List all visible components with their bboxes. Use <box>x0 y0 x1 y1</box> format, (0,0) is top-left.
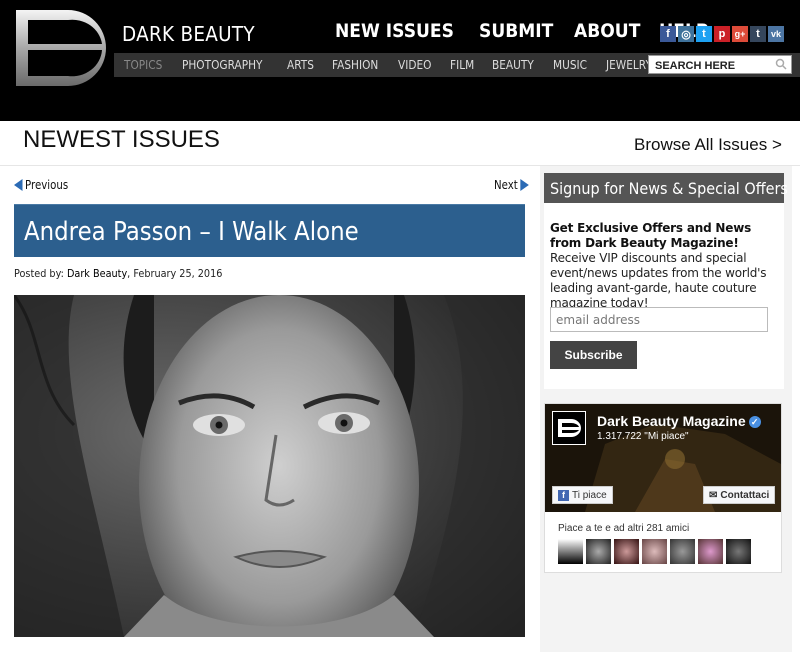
verified-badge-icon: ✓ <box>748 416 761 428</box>
signup-header: Signup for News & Special Offers <box>544 173 788 203</box>
facebook-friends-text: Piace a te e ad altri 281 amici <box>558 523 690 534</box>
nav-about[interactable]: ABOUT <box>574 20 640 42</box>
nav-arts[interactable]: ARTS <box>287 58 314 72</box>
friend-avatar[interactable] <box>586 539 611 564</box>
facebook-f-icon: f <box>558 489 569 501</box>
facebook-page-avatar[interactable] <box>552 411 586 445</box>
author-link[interactable]: Dark Beauty <box>67 267 127 280</box>
signup-body-text: Receive VIP discounts and special event/… <box>550 251 767 310</box>
browse-all-link[interactable]: Browse All Issues > <box>634 135 782 155</box>
nav-jewelry[interactable]: JEWELRY <box>606 58 652 72</box>
nav-photography[interactable]: PHOTOGRAPHY <box>182 58 262 72</box>
facebook-contact-button[interactable]: ✉ Contattaci <box>703 486 776 504</box>
friend-avatar[interactable] <box>670 539 695 564</box>
signup-description: Get Exclusive Offers and News from Dark … <box>550 221 780 311</box>
facebook-like-count: 1.317.722 "Mi piace" <box>597 431 689 442</box>
facebook-icon[interactable]: f <box>660 26 676 42</box>
facebook-page-widget: Dark Beauty Magazine ✓ 1.317.722 "Mi piac… <box>544 403 782 573</box>
friend-avatar[interactable] <box>698 539 723 564</box>
friend-avatar[interactable] <box>614 539 639 564</box>
email-input[interactable] <box>551 308 761 331</box>
subscribe-button[interactable]: Subscribe <box>550 341 637 369</box>
envelope-icon: ✉ <box>709 489 718 501</box>
article-photo[interactable] <box>14 295 525 637</box>
site-header: DARK BEAUTY NEW ISSUES SUBMIT ABOUT HELP… <box>0 0 800 121</box>
post-date: , February 25, 2016 <box>127 267 223 280</box>
nav-music[interactable]: MUSIC <box>553 58 587 72</box>
friend-avatar[interactable] <box>642 539 667 564</box>
facebook-like-button[interactable]: f Ti piace <box>552 486 613 504</box>
next-link[interactable]: Next <box>494 178 529 192</box>
posted-prefix: Posted by: <box>14 267 67 280</box>
instagram-icon[interactable]: ◎ <box>678 26 694 42</box>
dark-beauty-logo[interactable] <box>10 6 114 88</box>
search-icon[interactable] <box>775 58 787 70</box>
nav-new-issues[interactable]: NEW ISSUES <box>335 20 454 42</box>
arrow-right-icon <box>520 179 529 191</box>
nav-film[interactable]: FILM <box>450 58 474 72</box>
facebook-like-label: Ti piace <box>572 489 607 501</box>
nav-fashion[interactable]: FASHION <box>332 58 378 72</box>
twitter-icon[interactable]: t <box>696 26 712 42</box>
nav-video[interactable]: VIDEO <box>398 58 431 72</box>
pinterest-icon[interactable]: p <box>714 26 730 42</box>
arrow-left-icon <box>14 179 23 191</box>
next-label: Next <box>494 178 518 192</box>
signup-widget: Signup for News & Special Offers Get Exc… <box>544 173 788 389</box>
search-box <box>648 55 792 75</box>
facebook-page-name[interactable]: Dark Beauty Magazine ✓ <box>597 413 761 429</box>
main-nav: NEW ISSUES SUBMIT ABOUT HELP <box>335 20 714 42</box>
article-title-box: Andrea Passon – I Walk Alone <box>14 204 525 257</box>
google-plus-icon[interactable]: g+ <box>732 26 748 42</box>
vk-icon[interactable]: vk <box>768 26 784 42</box>
previous-link[interactable]: Previous <box>14 178 68 192</box>
facebook-cover[interactable]: Dark Beauty Magazine ✓ 1.317.722 "Mi piac… <box>545 404 781 512</box>
friend-avatar[interactable] <box>558 539 583 564</box>
signup-heading: Signup for News & Special Offers <box>550 179 788 198</box>
search-input[interactable] <box>649 57 769 75</box>
social-links: f ◎ t p g+ t vk <box>660 26 784 42</box>
facebook-friend-avatars <box>558 539 751 564</box>
nav-submit[interactable]: SUBMIT <box>479 20 553 42</box>
nav-topics[interactable]: TOPICS <box>124 58 162 72</box>
brand-name[interactable]: DARK BEAUTY <box>122 22 255 46</box>
nav-beauty[interactable]: BEAUTY <box>492 58 534 72</box>
topics-nav: TOPICS PHOTOGRAPHY ARTS FASHION VIDEO FI… <box>124 58 658 72</box>
signup-bold-text: Get Exclusive Offers and News from Dark … <box>550 221 752 250</box>
friend-avatar[interactable] <box>726 539 751 564</box>
previous-label: Previous <box>25 178 69 192</box>
facebook-contact-label: Contattaci <box>720 489 770 501</box>
post-meta: Posted by: Dark Beauty, February 25, 201… <box>14 267 222 280</box>
tumblr-icon[interactable]: t <box>750 26 766 42</box>
section-title: NEWEST ISSUES <box>23 126 220 153</box>
article-title[interactable]: Andrea Passon – I Walk Alone <box>24 217 359 247</box>
facebook-page-name-text: Dark Beauty Magazine <box>597 413 746 429</box>
email-field <box>550 307 768 332</box>
